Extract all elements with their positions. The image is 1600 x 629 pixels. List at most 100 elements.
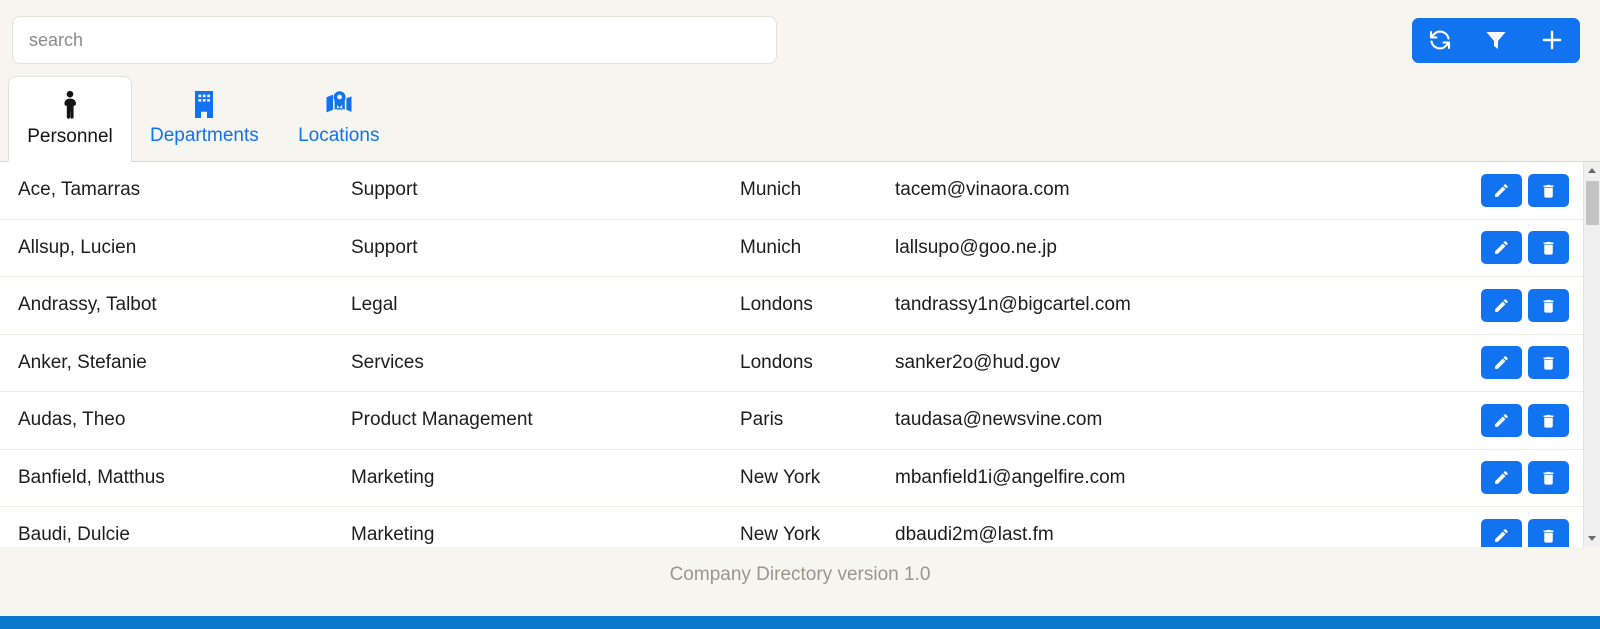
personnel-table: Ace, Tamarras Support Munich tacem@vinao… [0, 162, 1583, 547]
row-actions [1481, 288, 1575, 322]
cell-email: dbaudi2m@last.fm [895, 524, 1054, 546]
edit-icon [1493, 354, 1510, 371]
building-icon [191, 89, 217, 119]
cell-department: Marketing [351, 466, 435, 488]
table-row[interactable]: Banfield, Matthus Marketing New York mba… [0, 449, 1583, 507]
cell-department: Legal [351, 294, 398, 316]
cell-name: Baudi, Dulcie [18, 524, 130, 546]
cell-location: Paris [740, 409, 784, 431]
company-directory-app: Personnel Departments [0, 0, 1600, 629]
edit-icon [1493, 469, 1510, 486]
delete-icon [1540, 412, 1557, 429]
table-row[interactable]: Ace, Tamarras Support Munich tacem@vinao… [0, 162, 1583, 220]
filter-button[interactable] [1468, 17, 1524, 63]
edit-row-button[interactable] [1481, 518, 1522, 547]
cell-email: sanker2o@hud.gov [895, 351, 1061, 373]
tab-locations-label: Locations [298, 125, 380, 146]
table-row[interactable]: Andrassy, Talbot Legal Londons tandrassy… [0, 277, 1583, 335]
edit-icon [1493, 239, 1510, 256]
edit-row-button[interactable] [1481, 173, 1522, 207]
personnel-table-region: Ace, Tamarras Support Munich tacem@vinao… [0, 162, 1600, 547]
row-actions [1481, 403, 1575, 437]
cell-department: Marketing [351, 524, 435, 546]
cell-department: Product Management [351, 409, 533, 431]
add-button[interactable] [1524, 17, 1580, 63]
toolbar [0, 0, 1600, 74]
filter-icon [1484, 28, 1508, 52]
table-row[interactable]: Audas, Theo Product Management Paris tau… [0, 392, 1583, 450]
row-actions [1481, 231, 1575, 265]
cell-department: Support [351, 179, 418, 201]
edit-row-button[interactable] [1481, 231, 1522, 265]
cell-location: New York [740, 524, 821, 546]
cell-department: Services [351, 351, 424, 373]
delete-row-button[interactable] [1528, 288, 1569, 322]
cell-name: Banfield, Matthus [18, 466, 165, 488]
cell-email: mbanfield1i@angelfire.com [895, 466, 1126, 488]
edit-icon [1493, 527, 1510, 544]
edit-row-button[interactable] [1481, 346, 1522, 380]
row-actions [1481, 518, 1575, 547]
row-actions [1481, 346, 1575, 380]
cell-email: taudasa@newsvine.com [895, 409, 1103, 431]
tab-strip: Personnel Departments Locations [0, 74, 1600, 162]
delete-row-button[interactable] [1528, 173, 1569, 207]
map-pin-icon [324, 89, 354, 119]
tab-locations[interactable]: Locations [277, 75, 401, 161]
table-row[interactable]: Allsup, Lucien Support Munich lallsupo@g… [0, 219, 1583, 277]
refresh-icon [1428, 28, 1452, 52]
toolbar-button-group [1412, 17, 1580, 63]
cell-name: Audas, Theo [18, 409, 126, 431]
table-row[interactable]: Baudi, Dulcie Marketing New York dbaudi2… [0, 507, 1583, 547]
cell-name: Allsup, Lucien [18, 236, 137, 258]
cell-location: New York [740, 466, 821, 488]
row-actions [1481, 173, 1575, 207]
table-row[interactable]: Anker, Stefanie Services Londons sanker2… [0, 334, 1583, 392]
cell-department: Support [351, 236, 418, 258]
delete-icon [1540, 527, 1557, 544]
cell-email: tacem@vinaora.com [895, 179, 1070, 201]
tab-departments-label: Departments [150, 125, 259, 146]
edit-row-button[interactable] [1481, 403, 1522, 437]
cell-email: lallsupo@goo.ne.jp [895, 236, 1057, 258]
table-vertical-scrollbar[interactable] [1583, 162, 1600, 547]
tab-personnel-label: Personnel [27, 126, 113, 147]
edit-icon [1493, 297, 1510, 314]
scroll-up-arrow-icon[interactable] [1583, 162, 1600, 179]
row-actions [1481, 461, 1575, 495]
delete-icon [1540, 239, 1557, 256]
search-input[interactable] [12, 16, 777, 64]
tab-departments[interactable]: Departments [132, 75, 277, 161]
cell-name: Anker, Stefanie [18, 351, 147, 373]
cell-location: Londons [740, 351, 813, 373]
delete-icon [1540, 297, 1557, 314]
cell-name: Andrassy, Talbot [18, 294, 157, 316]
cell-location: Munich [740, 236, 802, 258]
scrollbar-track[interactable] [1583, 179, 1600, 530]
cell-name: Ace, Tamarras [18, 179, 141, 201]
add-icon [1539, 27, 1565, 53]
cell-location: Londons [740, 294, 813, 316]
delete-row-button[interactable] [1528, 346, 1569, 380]
tab-personnel[interactable]: Personnel [8, 76, 132, 162]
cell-location: Munich [740, 179, 802, 201]
delete-icon [1540, 354, 1557, 371]
bottom-accent-bar [0, 616, 1600, 629]
edit-icon [1493, 412, 1510, 429]
cell-email: tandrassy1n@bigcartel.com [895, 294, 1131, 316]
footer-version-text: Company Directory version 1.0 [669, 564, 931, 585]
edit-row-button[interactable] [1481, 288, 1522, 322]
delete-row-button[interactable] [1528, 518, 1569, 547]
edit-icon [1493, 182, 1510, 199]
refresh-button[interactable] [1412, 17, 1468, 63]
delete-row-button[interactable] [1528, 231, 1569, 265]
scrollbar-thumb[interactable] [1585, 181, 1599, 225]
search-field-wrapper [12, 16, 777, 64]
edit-row-button[interactable] [1481, 461, 1522, 495]
delete-row-button[interactable] [1528, 461, 1569, 495]
person-icon [58, 90, 82, 120]
scroll-down-arrow-icon[interactable] [1583, 530, 1600, 547]
delete-icon [1540, 182, 1557, 199]
delete-row-button[interactable] [1528, 403, 1569, 437]
delete-icon [1540, 469, 1557, 486]
